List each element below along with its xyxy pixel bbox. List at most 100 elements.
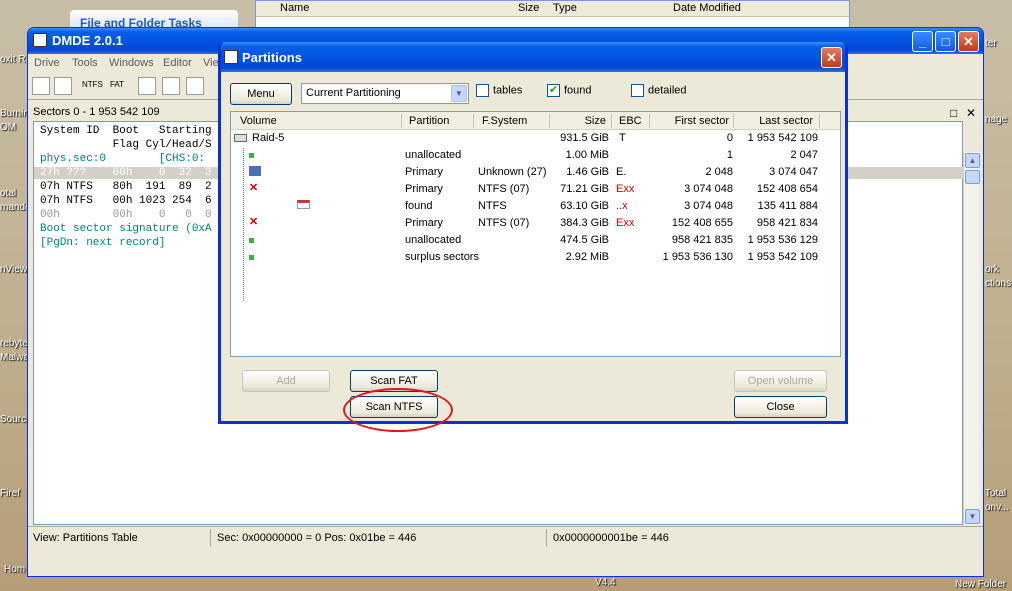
pgdn-link[interactable]: [PgDn: next record] bbox=[40, 237, 165, 249]
version-label: V4.4 bbox=[595, 577, 616, 588]
header-divider[interactable] bbox=[473, 114, 474, 128]
dialog-title: Partitions bbox=[242, 50, 302, 65]
pane-line[interactable]: phys.sec:0 [CHS:0: bbox=[40, 153, 205, 165]
partitioning-select[interactable]: Current Partitioning ▼ bbox=[301, 83, 469, 104]
dialog-titlebar[interactable]: Partitions ✕ bbox=[221, 42, 845, 72]
scroll-up-icon[interactable]: ▲ bbox=[965, 153, 980, 168]
header-divider[interactable] bbox=[549, 114, 550, 128]
cell-fs: NTFS (07) bbox=[478, 217, 530, 229]
checkbox-box[interactable] bbox=[476, 84, 489, 97]
header-size[interactable]: Size bbox=[551, 115, 606, 127]
found-checkbox[interactable]: ✔ found bbox=[547, 84, 592, 97]
desktop-icon-label[interactable]: New Folder bbox=[955, 579, 1006, 590]
desktop-icon-label[interactable]: onv... bbox=[985, 502, 1009, 513]
desktop-icon-label[interactable]: rebyte bbox=[0, 338, 28, 349]
checkmark-icon[interactable]: ✔ bbox=[547, 84, 560, 97]
add-button[interactable]: Add bbox=[242, 370, 330, 392]
cell-size: 2.92 MiB bbox=[565, 251, 609, 263]
restore-pane-icon[interactable]: □ bbox=[950, 106, 957, 120]
menu-drive[interactable]: Drive bbox=[34, 57, 60, 69]
dmde-app-icon bbox=[33, 33, 47, 47]
menu-tools[interactable]: Tools bbox=[72, 57, 98, 69]
column-name[interactable]: Name bbox=[280, 2, 309, 14]
column-date[interactable]: Date Modified bbox=[673, 2, 741, 14]
desktop-icon-label[interactable]: oxit R bbox=[0, 54, 26, 65]
ntfs-tool[interactable]: NTFS bbox=[82, 77, 103, 95]
header-first-sector[interactable]: First sector bbox=[651, 115, 729, 127]
header-divider[interactable] bbox=[733, 114, 734, 128]
vertical-scrollbar[interactable]: ▲ ▼ bbox=[963, 152, 980, 525]
header-divider[interactable] bbox=[819, 114, 820, 128]
header-ebc[interactable]: EBC bbox=[619, 115, 642, 127]
desktop-icon-label[interactable]: mande bbox=[0, 202, 31, 213]
desktop-icon-label[interactable]: ter bbox=[985, 38, 997, 49]
header-divider[interactable] bbox=[401, 114, 402, 128]
settings-icon[interactable] bbox=[162, 77, 180, 95]
desktop-icon-label[interactable]: ork bbox=[985, 264, 999, 275]
menu-view[interactable]: Vie bbox=[203, 57, 219, 69]
desktop-icon-label[interactable]: ctions bbox=[985, 278, 1011, 289]
table-row[interactable]: unallocated 474.5 GiB 958 421 835 1 953 … bbox=[231, 232, 840, 249]
desktop-icon-label[interactable]: Malwa bbox=[0, 352, 29, 363]
header-divider[interactable] bbox=[611, 114, 612, 128]
pane-line[interactable]: 00h 00h 0 0 0 bbox=[40, 209, 212, 221]
menu-editor[interactable]: Editor bbox=[163, 57, 192, 69]
header-volume[interactable]: Volume bbox=[240, 115, 277, 127]
desktop-icon-label[interactable]: otal bbox=[0, 188, 16, 199]
fat-tool[interactable]: FAT bbox=[108, 77, 126, 95]
table-row[interactable]: ✕ Primary NTFS (07) 384.3 GiB Exx 152 40… bbox=[231, 215, 840, 232]
desktop-icon-label[interactable]: Hom bbox=[4, 564, 25, 575]
open-volume-button[interactable]: Open volume bbox=[734, 370, 827, 392]
table-row[interactable]: found NTFS 63.10 GiB ..x 3 074 048 135 4… bbox=[231, 198, 840, 215]
close-dialog-button[interactable]: Close bbox=[734, 396, 827, 418]
desktop-icon-label[interactable]: nView bbox=[0, 264, 27, 275]
scroll-down-icon[interactable]: ▼ bbox=[965, 509, 980, 524]
tables-checkbox[interactable]: tables bbox=[476, 84, 522, 97]
desktop-icon-label[interactable]: Burnin bbox=[0, 108, 29, 119]
copy-icon[interactable] bbox=[138, 77, 156, 95]
window-title: DMDE 2.0.1 bbox=[52, 33, 123, 48]
table-row[interactable]: ✕ Primary NTFS (07) 71.21 GiB Exx 3 074 … bbox=[231, 181, 840, 198]
sectors-range: Sectors 0 - 1 953 542 109 bbox=[33, 106, 160, 118]
dialog-close-icon[interactable]: ✕ bbox=[821, 47, 842, 68]
minimize-button[interactable]: _ bbox=[912, 31, 933, 52]
partitions-list[interactable]: Volume Partition F.System Size EBC First… bbox=[230, 111, 841, 357]
cell-last: 1 953 536 129 bbox=[747, 234, 818, 246]
list-icon[interactable] bbox=[186, 77, 204, 95]
table-row[interactable]: Raid-5 931.5 GiB T 0 1 953 542 109 bbox=[231, 130, 840, 147]
desktop-icon-label[interactable]: Sourc bbox=[0, 414, 26, 425]
desktop-icon-label[interactable]: Firef bbox=[0, 488, 20, 499]
close-button[interactable]: ✕ bbox=[958, 31, 979, 52]
pane-line[interactable]: 07h NTFS 80h 191 89 2 bbox=[40, 181, 212, 193]
desktop-icon-label[interactable]: Total bbox=[985, 488, 1006, 499]
scroll-thumb[interactable] bbox=[965, 170, 980, 184]
cell-size: 1.46 GiB bbox=[566, 166, 609, 178]
cell-partition: unallocated bbox=[405, 234, 462, 246]
desktop-icon-label[interactable]: OM bbox=[0, 122, 16, 133]
disk-icon[interactable] bbox=[54, 77, 72, 95]
checkbox-box[interactable] bbox=[631, 84, 644, 97]
pane-line[interactable]: 07h NTFS 00h 1023 254 6 bbox=[40, 195, 212, 207]
table-row[interactable]: unallocated 1.00 MiB 1 2 047 bbox=[231, 147, 840, 164]
desktop-icon-label[interactable]: nage bbox=[985, 114, 1007, 125]
pane-line[interactable]: Boot sector signature (0xA bbox=[40, 223, 212, 235]
drive-icon[interactable] bbox=[32, 77, 50, 95]
detailed-checkbox[interactable]: detailed bbox=[631, 84, 687, 97]
cell-ebc: Exx bbox=[616, 183, 635, 195]
menu-windows[interactable]: Windows bbox=[109, 57, 154, 69]
header-partition[interactable]: Partition bbox=[409, 115, 449, 127]
table-row[interactable]: surplus sectors 2.92 MiB 1 953 536 130 1… bbox=[231, 249, 840, 266]
menu-button[interactable]: Menu bbox=[230, 83, 292, 105]
header-fs[interactable]: F.System bbox=[482, 115, 527, 127]
header-last-sector[interactable]: Last sector bbox=[736, 115, 813, 127]
pane-line: System ID Boot Starting bbox=[40, 125, 212, 137]
column-size[interactable]: Size bbox=[518, 2, 539, 14]
cell-fs: NTFS (07) bbox=[478, 183, 530, 195]
table-row[interactable]: Primary Unknown (27) 1.46 GiB E. 2 048 3… bbox=[231, 164, 840, 181]
cell-first: 1 bbox=[726, 149, 733, 161]
close-pane-icon[interactable]: ✕ bbox=[966, 106, 976, 120]
header-divider[interactable] bbox=[649, 114, 650, 128]
maximize-button[interactable]: □ bbox=[935, 31, 956, 52]
column-type[interactable]: Type bbox=[553, 2, 577, 14]
chevron-down-icon[interactable]: ▼ bbox=[451, 85, 467, 102]
